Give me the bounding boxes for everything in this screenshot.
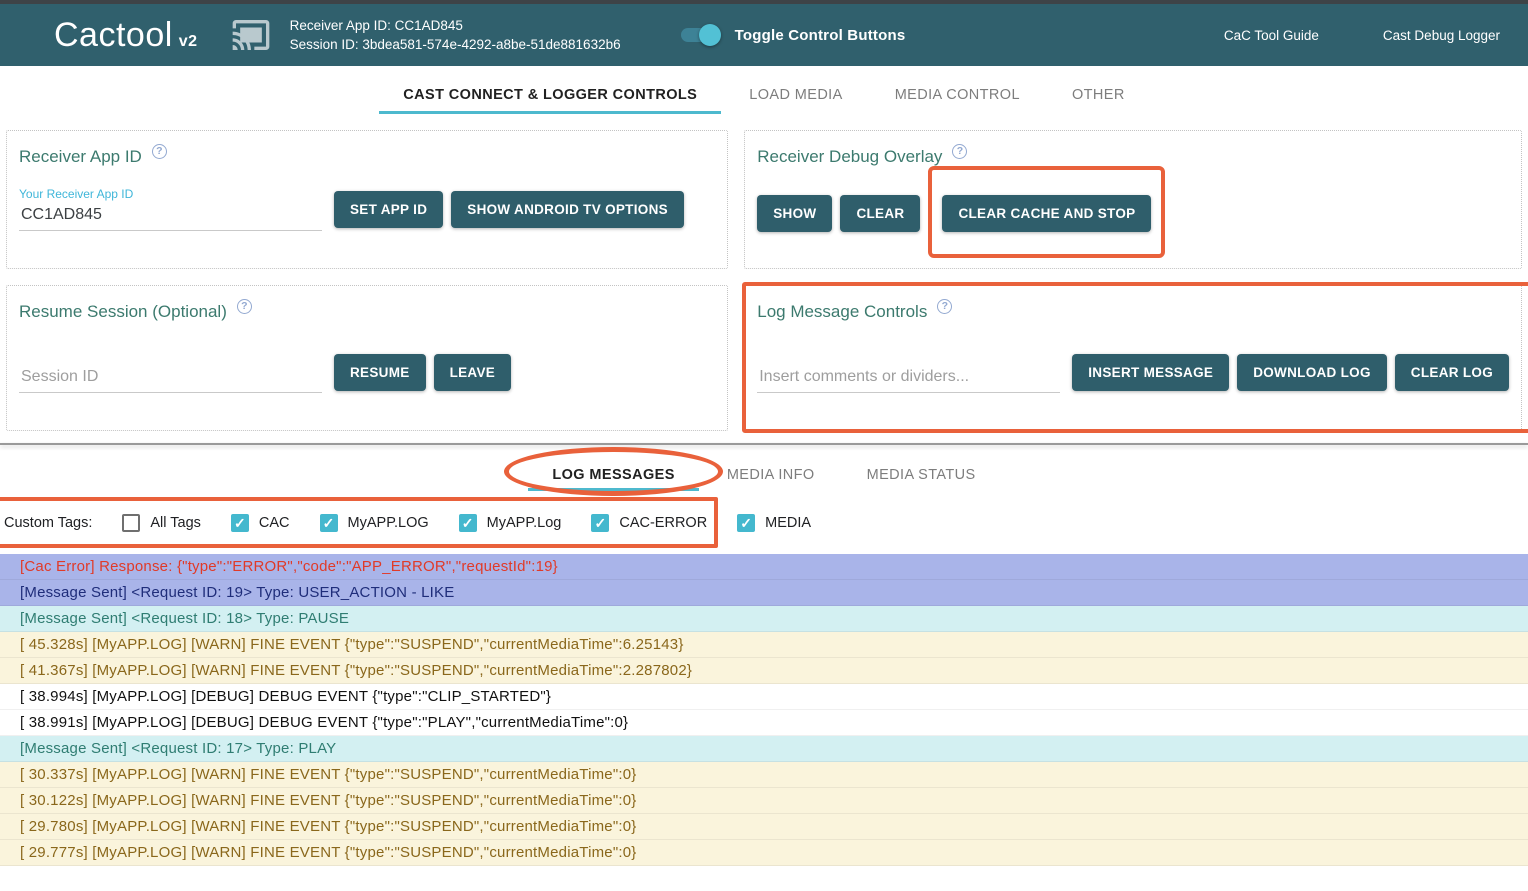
main-tab-bar: CAST CONNECT & LOGGER CONTROLS LOAD MEDI… [0, 66, 1528, 114]
session-info: Receiver App ID: CC1AD845 Session ID: 3b… [290, 16, 621, 54]
receiver-app-id-input[interactable] [19, 203, 322, 231]
log-list: [Cac Error] Response: {"type":"ERROR","c… [0, 554, 1528, 866]
custom-tags-label: Custom Tags: [4, 515, 92, 531]
checkbox-checked-icon[interactable]: ✓ [231, 514, 249, 532]
resume-session-title-row: Resume Session (Optional) ? [19, 302, 715, 322]
log-comment-input[interactable] [757, 352, 1060, 393]
receiver-app-id-title-row: Receiver App ID ? [19, 147, 715, 167]
app-title: Cactool [54, 16, 173, 55]
receiver-debug-overlay-title: Receiver Debug Overlay [757, 147, 942, 167]
custom-tag-label: CAC-ERROR [619, 515, 707, 531]
checkbox-checked-icon[interactable]: ✓ [459, 514, 477, 532]
custom-tag-label: MEDIA [765, 515, 811, 531]
custom-tag-label: All Tags [150, 515, 201, 531]
show-android-tv-options-button[interactable]: SHOW ANDROID TV OPTIONS [451, 191, 684, 228]
log-row: [ 29.777s] [MyAPP.LOG] [WARN] FINE EVENT… [0, 840, 1528, 866]
insert-message-button[interactable]: INSERT MESSAGE [1072, 354, 1229, 391]
checkbox-checked-icon[interactable]: ✓ [591, 514, 609, 532]
log-row: [ 30.337s] [MyAPP.LOG] [WARN] FINE EVENT… [0, 762, 1528, 788]
receiver-app-id-field: Your Receiver App ID [19, 187, 322, 231]
clear-cache-and-stop-button[interactable]: CLEAR CACHE AND STOP [942, 195, 1151, 232]
custom-tag-cac-error[interactable]: ✓ CAC-ERROR [591, 514, 707, 532]
log-row: [ 38.994s] [MyAPP.LOG] [DEBUG] DEBUG EVE… [0, 684, 1528, 710]
log-row: [ 29.780s] [MyAPP.LOG] [WARN] FINE EVENT… [0, 814, 1528, 840]
custom-tag-media[interactable]: ✓ MEDIA [737, 514, 811, 532]
log-row: [Message Sent] <Request ID: 17> Type: PL… [0, 736, 1528, 762]
checkbox-checked-icon[interactable]: ✓ [320, 514, 338, 532]
resume-session-title: Resume Session (Optional) [19, 302, 227, 322]
help-icon[interactable]: ? [952, 144, 967, 159]
log-row: [ 38.991s] [MyAPP.LOG] [DEBUG] DEBUG EVE… [0, 710, 1528, 736]
custom-tag-label: CAC [259, 515, 290, 531]
custom-tag-myapp-log[interactable]: ✓ MyAPP.LOG [320, 514, 429, 532]
log-row: [ 41.367s] [MyAPP.LOG] [WARN] FINE EVENT… [0, 658, 1528, 684]
log-tab-bar: LOG MESSAGES MEDIA INFO MEDIA STATUS [0, 445, 1528, 491]
custom-tag-all-tags[interactable]: All Tags [122, 514, 201, 532]
receiver-app-id-line: Receiver App ID: CC1AD845 [290, 16, 621, 35]
session-id-input[interactable] [19, 352, 322, 393]
custom-tag-myapp-log[interactable]: ✓ MyAPP.Log [459, 514, 562, 532]
receiver-debug-overlay-title-row: Receiver Debug Overlay ? [757, 147, 1509, 167]
resume-session-panel: Resume Session (Optional) ? RESUME LEAVE [6, 285, 728, 431]
log-comment-field [757, 352, 1060, 393]
log-message-controls-title: Log Message Controls [757, 302, 927, 322]
cast-debug-logger-link[interactable]: Cast Debug Logger [1383, 28, 1500, 43]
show-overlay-button[interactable]: SHOW [757, 195, 832, 232]
custom-tags-row: Custom Tags: All Tags ✓ CAC ✓ MyAPP.LOG ✓ MyAP… [0, 499, 1528, 547]
tab-log-messages[interactable]: LOG MESSAGES [528, 461, 698, 491]
app-logo: Cactool v2 [54, 16, 198, 55]
app-version: v2 [179, 33, 198, 51]
receiver-app-id-title: Receiver App ID [19, 147, 142, 167]
help-icon[interactable]: ? [937, 299, 952, 314]
clear-overlay-button[interactable]: CLEAR [840, 195, 920, 232]
cast-icon[interactable] [228, 15, 274, 55]
set-app-id-button[interactable]: SET APP ID [334, 191, 443, 228]
log-row: [ 45.328s] [MyAPP.LOG] [WARN] FINE EVENT… [0, 632, 1528, 658]
clear-log-button[interactable]: CLEAR LOG [1395, 354, 1509, 391]
checkbox-unchecked-icon[interactable] [122, 514, 140, 532]
app-header: Cactool v2 Receiver App ID: CC1AD845 Ses… [0, 4, 1528, 66]
tab-cast-connect-logger-controls[interactable]: CAST CONNECT & LOGGER CONTROLS [379, 78, 721, 114]
tab-media-status[interactable]: MEDIA STATUS [843, 461, 1000, 491]
toggle-control-buttons-label: Toggle Control Buttons [735, 27, 906, 44]
receiver-app-id-panel: Receiver App ID ? Your Receiver App ID S… [6, 130, 728, 269]
help-icon[interactable]: ? [237, 299, 252, 314]
tab-media-info[interactable]: MEDIA INFO [703, 461, 839, 491]
controls-grid: Receiver App ID ? Your Receiver App ID S… [0, 114, 1528, 431]
tab-media-control[interactable]: MEDIA CONTROL [871, 78, 1044, 114]
leave-button[interactable]: LEAVE [434, 354, 512, 391]
custom-tag-label: MyAPP.Log [487, 515, 562, 531]
log-message-controls-title-row: Log Message Controls ? [757, 302, 1509, 322]
tab-log-messages-label: LOG MESSAGES [552, 467, 674, 483]
cac-tool-guide-link[interactable]: CaC Tool Guide [1224, 28, 1319, 43]
toggle-thumb [699, 24, 721, 46]
tab-other[interactable]: OTHER [1048, 78, 1149, 114]
checkbox-checked-icon[interactable]: ✓ [737, 514, 755, 532]
log-row: [ 30.122s] [MyAPP.LOG] [WARN] FINE EVENT… [0, 788, 1528, 814]
toggle-control-buttons-switch[interactable] [681, 28, 717, 42]
custom-tags-list: All Tags ✓ CAC ✓ MyAPP.LOG ✓ MyAPP.Log ✓ CAC-ERR… [122, 514, 811, 532]
log-message-controls-panel: Log Message Controls ? INSERT MESSAGE DO… [744, 285, 1522, 431]
log-row: [Message Sent] <Request ID: 18> Type: PA… [0, 606, 1528, 632]
custom-tag-label: MyAPP.LOG [348, 515, 429, 531]
toggle-control-buttons: Toggle Control Buttons [681, 27, 906, 44]
session-id-field [19, 352, 322, 393]
log-row: [Cac Error] Response: {"type":"ERROR","c… [0, 554, 1528, 580]
tab-load-media[interactable]: LOAD MEDIA [725, 78, 866, 114]
log-row: [Message Sent] <Request ID: 19> Type: US… [0, 580, 1528, 606]
help-icon[interactable]: ? [152, 144, 167, 159]
custom-tag-cac[interactable]: ✓ CAC [231, 514, 290, 532]
session-id-line: Session ID: 3bdea581-574e-4292-a8be-51de… [290, 35, 621, 54]
receiver-app-id-field-label: Your Receiver App ID [19, 187, 322, 201]
resume-button[interactable]: RESUME [334, 354, 426, 391]
download-log-button[interactable]: DOWNLOAD LOG [1237, 354, 1387, 391]
receiver-debug-overlay-panel: Receiver Debug Overlay ? SHOW CLEAR CLEA… [744, 130, 1522, 269]
